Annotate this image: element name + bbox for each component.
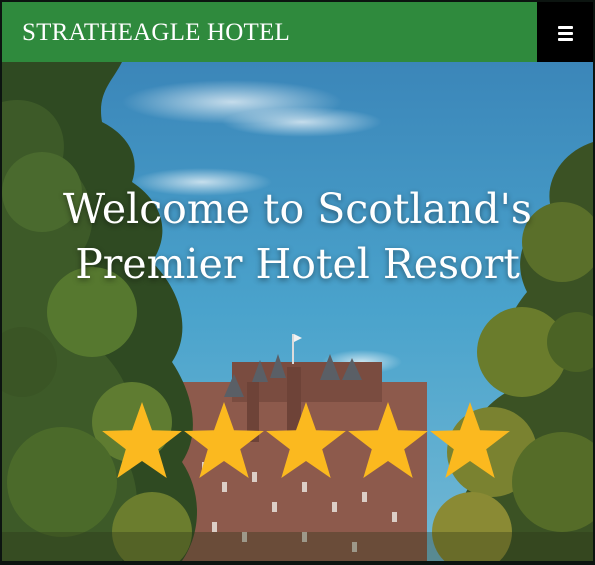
site-header: STRATHEAGLE HOTEL [2,2,593,62]
hero-banner: Welcome to Scotland's Premier Hotel Reso… [2,62,593,561]
hotel-logo-title[interactable]: STRATHEAGLE HOTEL [22,2,290,62]
hero-background-image [2,62,593,561]
star-icon [266,402,346,478]
hamburger-menu-icon [558,26,573,29]
star-icon [430,402,510,478]
star-icon [184,402,264,478]
headline-line-1: Welcome to Scotland's [63,185,532,233]
menu-toggle-button[interactable] [537,2,593,62]
five-star-rating [100,400,520,484]
page: STRATHEAGLE HOTEL Welcome to Scotland's … [2,2,593,561]
star-icon [102,402,182,478]
star-icon [348,402,428,478]
headline-line-2: Premier Hotel Resort [75,240,520,288]
hero-headline: Welcome to Scotland's Premier Hotel Reso… [2,182,593,292]
